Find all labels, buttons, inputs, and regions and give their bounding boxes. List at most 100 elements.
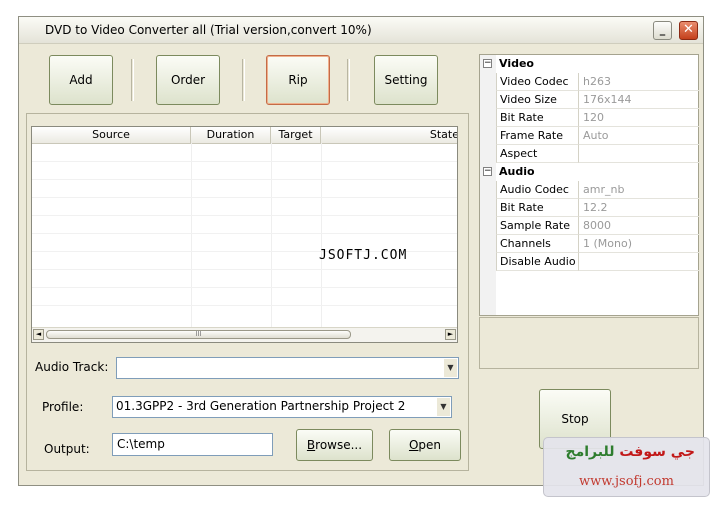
grid-line xyxy=(32,215,457,216)
file-list-header: Source Duration Target State xyxy=(32,127,457,144)
grid-line xyxy=(271,143,272,328)
property-row[interactable]: Video Size 176x144 xyxy=(480,91,699,109)
toolbar-separator xyxy=(242,59,245,101)
property-value[interactable]: 8000 xyxy=(579,217,699,235)
grid-line xyxy=(32,161,457,162)
browse-button[interactable]: Browse... xyxy=(296,429,373,461)
rip-button-label: Rip xyxy=(288,73,308,87)
property-name: Disable Audio xyxy=(496,253,579,271)
toolbar-separator xyxy=(347,59,350,101)
property-value[interactable] xyxy=(579,145,699,163)
column-state[interactable]: State xyxy=(321,127,457,143)
open-button-label: pen xyxy=(418,438,442,452)
output-label: Output: xyxy=(44,442,90,456)
grid-line xyxy=(32,233,457,234)
minimize-icon: _ xyxy=(659,23,666,36)
scroll-thumb[interactable]: III xyxy=(46,330,351,339)
window-title: DVD to Video Converter all (Trial versio… xyxy=(45,23,372,37)
jsoftj-logo: جي سوفت للبرامج www.jsofj.com xyxy=(543,437,710,497)
grid-line xyxy=(321,143,322,328)
browse-button-label: rowse... xyxy=(315,438,363,452)
logo-arabic-text: جي سوفت للبرامج xyxy=(566,444,696,460)
close-icon: ✕ xyxy=(683,22,694,37)
file-list[interactable]: Source Duration Target State ◄ III ► xyxy=(31,126,458,343)
property-name: Video Size xyxy=(496,91,579,109)
grid-line xyxy=(32,287,457,288)
property-grid[interactable]: − Video Video Codec h263 Video Size 176x… xyxy=(479,54,699,316)
collapse-icon[interactable]: − xyxy=(483,59,492,68)
logo-arabic-green: للبرامج xyxy=(565,444,615,460)
property-name: Frame Rate xyxy=(496,127,579,145)
add-button[interactable]: Add xyxy=(49,55,113,105)
setting-button-label: Setting xyxy=(384,73,428,87)
open-button[interactable]: Open xyxy=(389,429,461,461)
property-row[interactable]: Video Codec h263 xyxy=(480,73,699,91)
logo-url: www.jsofj.com xyxy=(579,474,674,489)
output-path-field[interactable]: C:\temp xyxy=(112,433,273,456)
column-target[interactable]: Target xyxy=(271,127,321,143)
main-window: DVD to Video Converter all (Trial versio… xyxy=(18,16,704,486)
minimize-button[interactable]: _ xyxy=(653,21,672,40)
property-value[interactable]: 1 (Mono) xyxy=(579,235,699,253)
column-source[interactable]: Source xyxy=(32,127,191,143)
property-name: Bit Rate xyxy=(496,199,579,217)
property-name: Channels xyxy=(496,235,579,253)
property-value[interactable]: amr_nb xyxy=(579,181,699,199)
chevron-down-icon[interactable]: ▼ xyxy=(444,359,457,377)
scroll-right-icon[interactable]: ► xyxy=(445,329,456,340)
column-duration[interactable]: Duration xyxy=(191,127,271,143)
close-button[interactable]: ✕ xyxy=(679,21,698,40)
property-row[interactable]: Disable Audio xyxy=(480,253,699,271)
jsoftj-watermark: JSOFTJ.COM xyxy=(319,248,408,263)
category-video[interactable]: − Video xyxy=(480,55,698,73)
grid-line xyxy=(191,143,192,328)
property-name: Aspect xyxy=(496,145,579,163)
setting-button[interactable]: Setting xyxy=(374,55,438,105)
audio-track-select[interactable]: ▼ xyxy=(116,357,459,379)
grid-line xyxy=(32,305,457,306)
output-path-value: C:\temp xyxy=(117,437,165,451)
stop-button-label: Stop xyxy=(561,412,589,426)
scroll-left-icon[interactable]: ◄ xyxy=(33,329,44,340)
property-value[interactable]: Auto xyxy=(579,127,699,145)
property-name: Audio Codec xyxy=(496,181,579,199)
toolbar-separator xyxy=(131,59,134,101)
grid-line xyxy=(32,269,457,270)
property-row[interactable]: Frame Rate Auto xyxy=(480,127,699,145)
property-value[interactable]: 176x144 xyxy=(579,91,699,109)
open-accelerator: O xyxy=(408,438,419,452)
category-video-label: Video xyxy=(499,57,534,70)
property-description-panel xyxy=(479,317,699,369)
profile-value: 01.3GPP2 - 3rd Generation Partnership Pr… xyxy=(116,399,406,413)
chevron-down-icon[interactable]: ▼ xyxy=(437,398,450,416)
order-button[interactable]: Order xyxy=(156,55,220,105)
grid-line xyxy=(32,197,457,198)
browse-accelerator: B xyxy=(306,438,316,452)
add-button-label: Add xyxy=(69,73,93,87)
rip-button[interactable]: Rip xyxy=(266,55,330,105)
title-bar[interactable]: DVD to Video Converter all (Trial versio… xyxy=(19,17,703,44)
property-name: Bit Rate xyxy=(496,109,579,127)
property-row[interactable]: Channels 1 (Mono) xyxy=(480,235,699,253)
order-button-label: Order xyxy=(170,73,206,87)
property-value[interactable]: 120 xyxy=(579,109,699,127)
grid-line xyxy=(32,179,457,180)
audio-track-label: Audio Track: xyxy=(35,360,109,374)
property-value[interactable]: h263 xyxy=(579,73,699,91)
horizontal-scrollbar[interactable]: ◄ III ► xyxy=(32,327,457,342)
property-name: Sample Rate xyxy=(496,217,579,235)
property-row[interactable]: Bit Rate 12.2 xyxy=(480,199,699,217)
category-audio-label: Audio xyxy=(499,165,535,178)
category-audio[interactable]: − Audio xyxy=(480,163,698,181)
property-value[interactable]: 12.2 xyxy=(579,199,699,217)
profile-label: Profile: xyxy=(42,400,84,414)
logo-arabic-red: جي سوفت xyxy=(619,444,695,460)
property-row[interactable]: Audio Codec amr_nb xyxy=(480,181,699,199)
property-row[interactable]: Bit Rate 120 xyxy=(480,109,699,127)
property-row[interactable]: Aspect xyxy=(480,145,699,163)
property-value[interactable] xyxy=(579,253,699,271)
profile-select[interactable]: 01.3GPP2 - 3rd Generation Partnership Pr… xyxy=(112,396,452,418)
property-row[interactable]: Sample Rate 8000 xyxy=(480,217,699,235)
collapse-icon[interactable]: − xyxy=(483,167,492,176)
property-name: Video Codec xyxy=(496,73,579,91)
